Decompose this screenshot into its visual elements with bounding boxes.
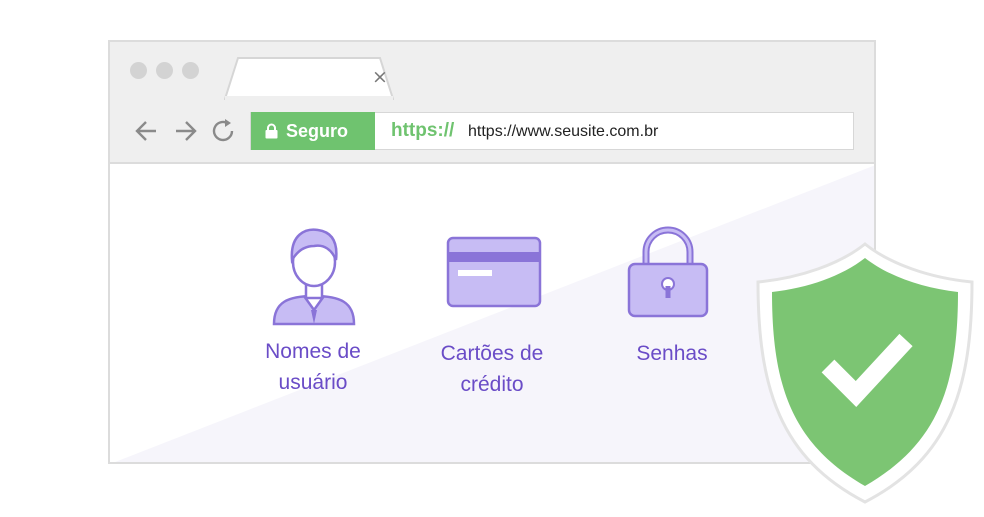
security-shield-icon (756, 242, 974, 504)
reload-icon[interactable] (208, 116, 238, 146)
user-icon (272, 228, 356, 326)
url-scheme: https:// (391, 120, 455, 141)
address-bar[interactable]: Seguro https:// https://www.seusite.com.… (250, 112, 854, 150)
browser-tab[interactable]: × (224, 56, 394, 102)
feature-label-line2: usuário (278, 371, 348, 394)
url-text: https://www.seusite.com.br (468, 123, 659, 140)
lock-icon (265, 123, 278, 139)
feature-credit-cards: Cartões de crédito (422, 338, 562, 400)
tab-close-icon[interactable]: × (372, 68, 388, 87)
padlock-icon (627, 226, 709, 318)
feature-label-line1: Nomes de (265, 340, 361, 363)
feature-label-line1: Cartões de (440, 342, 544, 365)
window-control-close[interactable] (130, 62, 147, 79)
window-controls (130, 62, 199, 79)
credit-card-icon (446, 236, 542, 308)
feature-label-line1: Senhas (636, 342, 708, 365)
window-control-minimize[interactable] (156, 62, 173, 79)
browser-titlebar: × (110, 42, 874, 102)
forward-arrow-icon[interactable] (170, 116, 200, 146)
secure-label: Seguro (286, 120, 349, 141)
feature-label-line2: crédito (460, 373, 524, 396)
feature-passwords: Senhas (612, 338, 732, 369)
secure-badge[interactable]: Seguro (251, 112, 375, 150)
feature-usernames: Nomes de usuário (248, 336, 378, 398)
tab-shape (224, 57, 394, 102)
browser-toolbar: Seguro https:// https://www.seusite.com.… (110, 100, 874, 164)
window-control-maximize[interactable] (182, 62, 199, 79)
back-arrow-icon[interactable] (132, 116, 162, 146)
